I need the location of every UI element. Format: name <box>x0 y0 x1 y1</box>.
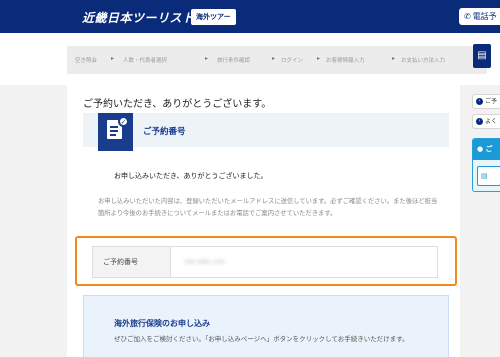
insurance-description: ぜひご加入をご検討ください。「お申し込みページへ」ボタンをクリックしてお手続きい… <box>114 335 409 343</box>
step-arrow-icon: ▸ <box>205 55 209 62</box>
current-step-icon: ▤ <box>473 44 491 68</box>
phone-button[interactable]: ✆ 電話予 <box>459 8 500 25</box>
side-link-reservation-label: ご予 <box>485 98 498 105</box>
page-title: ご予約いただき、ありがとうございます。 <box>83 99 272 110</box>
booking-steps: 空き照会 ▸ 人数・代表者選択 ▸ 旅行条件確認 ▸ ログイン ▸ お客様情報入… <box>67 46 487 74</box>
step-6: お支払い方法入力 <box>401 58 446 64</box>
step-2: 人数・代表者選択 <box>123 58 168 64</box>
reservation-header-box <box>83 113 449 147</box>
overseas-tour-badge: 海外ツアー <box>191 9 236 25</box>
step-4: ログイン <box>281 58 304 64</box>
phone-icon: ✆ <box>464 12 471 21</box>
chevron-right-icon: › <box>476 118 483 125</box>
step-arrow-icon: ▸ <box>392 55 396 62</box>
reservation-number-row: ご予約番号 790-685-235 <box>92 246 438 278</box>
side-panel[interactable]: ● ご ▤ <box>472 138 500 192</box>
progress-bar-area: 空き照会 ▸ 人数・代表者選択 ▸ 旅行条件確認 ▸ ログイン ▸ お客様情報入… <box>0 33 500 85</box>
info-icon: ● <box>477 145 484 153</box>
brand-logo[interactable]: 近畿日本ツーリスト <box>82 9 195 26</box>
side-panel-heading-label: ご <box>485 145 493 153</box>
step-arrow-icon: ▸ <box>317 55 321 62</box>
chevron-right-icon: › <box>476 98 483 105</box>
insurance-title: 海外旅行保険のお申し込み <box>114 319 210 328</box>
side-link-faq[interactable]: › よく <box>472 114 500 129</box>
side-document-icon[interactable]: ▤ <box>477 166 500 186</box>
step-5: お客様情報入力 <box>326 58 365 64</box>
side-link-reservation[interactable]: › ご予 <box>472 94 500 109</box>
step-arrow-icon: ▸ <box>272 55 276 62</box>
reservation-heading: ご予約番号 <box>143 127 186 137</box>
phone-button-label: 電話予 <box>472 12 497 21</box>
thanks-message: お申し込みいただき、ありがとうございました。 <box>114 172 268 180</box>
step-3: 旅行条件確認 <box>217 58 251 64</box>
site-header: 近畿日本ツーリスト 海外ツアー ✆ 電話予 <box>0 0 500 33</box>
reservation-number-value: 790-685-235 <box>183 258 225 266</box>
step-1: 空き照会 <box>75 58 98 64</box>
side-link-faq-label: よく <box>485 118 498 125</box>
reservation-number-label: ご予約番号 <box>93 247 171 277</box>
document-check-icon: ✓ <box>98 113 133 151</box>
notice-text: お申し込みいただいた内容は、登録いただいたメールアドレスに送信しています。必ずご… <box>98 198 438 217</box>
step-arrow-icon: ▸ <box>111 55 115 62</box>
side-panel-heading: ● ご <box>473 139 500 160</box>
